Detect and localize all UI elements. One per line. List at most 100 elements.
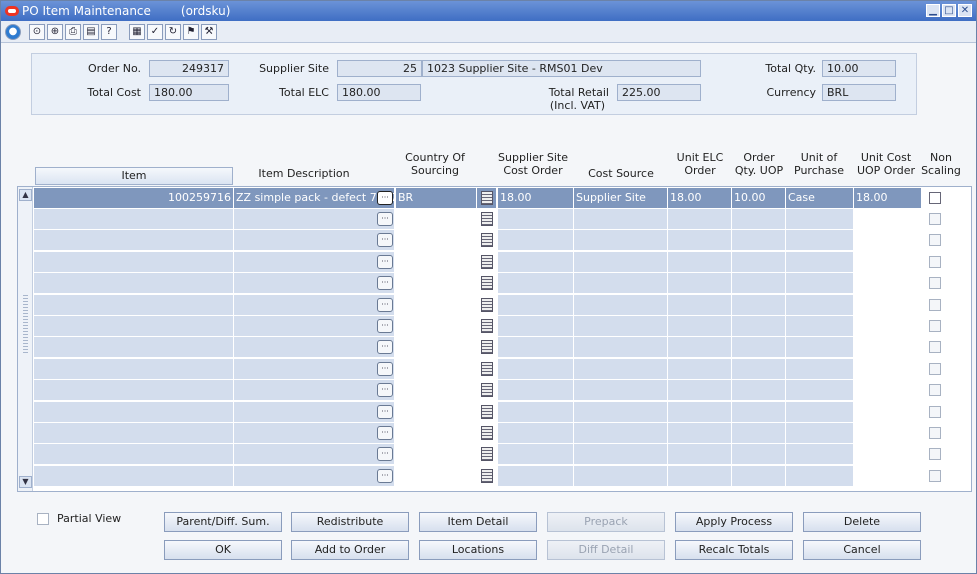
notes-cell[interactable] xyxy=(477,444,497,466)
item-cell[interactable] xyxy=(34,209,234,230)
notes-cell[interactable] xyxy=(477,188,497,209)
notes-cell[interactable] xyxy=(477,358,497,380)
non-scaling-checkbox[interactable] xyxy=(929,405,941,418)
non-scaling-checkbox[interactable] xyxy=(929,362,941,375)
comment-icon[interactable]: ··· xyxy=(377,404,393,419)
unit-of-purchase-cell[interactable] xyxy=(786,380,854,402)
table-row[interactable]: ··· xyxy=(34,358,971,380)
description-comment-cell[interactable]: ··· xyxy=(375,273,395,294)
country-of-sourcing-cell[interactable] xyxy=(396,380,477,402)
cost-source-cell[interactable] xyxy=(574,337,668,359)
notes-cell[interactable] xyxy=(477,316,497,337)
description-cell[interactable] xyxy=(234,380,395,402)
description-comment-cell[interactable]: ··· xyxy=(375,252,395,273)
notes-icon[interactable] xyxy=(481,254,493,269)
unit-elc-cell[interactable] xyxy=(668,209,732,230)
non-scaling-cell[interactable] xyxy=(922,380,971,401)
order-qty-cell[interactable] xyxy=(732,337,786,359)
unit-of-purchase-cell[interactable] xyxy=(786,337,854,359)
order-qty-cell[interactable] xyxy=(732,358,786,380)
description-cell[interactable] xyxy=(234,294,395,316)
unit-of-purchase-cell[interactable] xyxy=(786,401,854,423)
locations-button[interactable]: Locations xyxy=(419,540,537,560)
users-icon[interactable]: ⚑ xyxy=(183,23,199,40)
unit-cost-cell[interactable] xyxy=(854,465,922,487)
partial-view-checkbox[interactable] xyxy=(37,512,49,525)
supplier-site-cost-cell[interactable] xyxy=(498,251,574,273)
table-row[interactable]: ··· xyxy=(34,316,971,337)
cost-source-cell[interactable] xyxy=(574,230,668,252)
notes-icon[interactable] xyxy=(481,361,493,376)
table-row[interactable]: ··· xyxy=(34,230,971,252)
item-cell[interactable] xyxy=(34,316,234,337)
country-of-sourcing-cell[interactable] xyxy=(396,337,477,359)
maximize-icon[interactable]: □ xyxy=(942,4,956,17)
tools-icon[interactable]: ⚒ xyxy=(201,23,217,40)
description-comment-cell[interactable]: ··· xyxy=(375,423,395,444)
unit-elc-cell[interactable] xyxy=(668,423,732,444)
cost-source-cell[interactable] xyxy=(574,251,668,273)
country-of-sourcing-cell[interactable] xyxy=(396,423,477,444)
scroll-down-icon[interactable]: ▼ xyxy=(19,476,32,488)
unit-elc-cell[interactable] xyxy=(668,230,732,252)
unit-cost-cell[interactable] xyxy=(854,209,922,230)
description-cell[interactable] xyxy=(234,273,395,295)
description-cell[interactable] xyxy=(234,316,395,337)
unit-of-purchase-cell[interactable] xyxy=(786,294,854,316)
notes-icon[interactable] xyxy=(481,447,493,462)
non-scaling-checkbox[interactable] xyxy=(929,469,941,482)
column-header-item[interactable]: Item xyxy=(35,167,233,185)
comment-icon[interactable]: ··· xyxy=(377,468,393,483)
unit-of-purchase-cell[interactable] xyxy=(786,316,854,337)
notes-icon[interactable] xyxy=(481,468,493,483)
unit-cost-cell[interactable] xyxy=(854,230,922,252)
unit-cost-cell[interactable] xyxy=(854,316,922,337)
non-scaling-cell[interactable] xyxy=(922,209,971,230)
notes-icon[interactable] xyxy=(481,404,493,419)
unit-elc-cell[interactable] xyxy=(668,401,732,423)
comment-icon[interactable]: ··· xyxy=(377,233,393,248)
notes-icon[interactable] xyxy=(481,191,493,205)
description-comment-cell[interactable]: ··· xyxy=(375,230,395,251)
non-scaling-checkbox[interactable] xyxy=(929,255,941,268)
notes-cell[interactable] xyxy=(477,209,497,230)
non-scaling-cell[interactable] xyxy=(922,273,971,294)
question-icon[interactable]: ? xyxy=(101,23,117,40)
unit-cost-cell[interactable] xyxy=(854,444,922,466)
cost-source-cell[interactable] xyxy=(574,273,668,295)
non-scaling-cell[interactable] xyxy=(922,402,971,423)
cost-source-cell[interactable] xyxy=(574,465,668,487)
close-icon[interactable]: ✕ xyxy=(958,4,972,17)
notes-icon[interactable] xyxy=(481,297,493,312)
notes-icon[interactable] xyxy=(481,212,493,226)
description-comment-cell[interactable]: ··· xyxy=(375,444,395,465)
country-of-sourcing-cell[interactable] xyxy=(396,444,477,466)
unit-elc-cell[interactable] xyxy=(668,380,732,402)
order-no-field[interactable]: 249317 xyxy=(149,60,229,77)
recalc-totals-button[interactable]: Recalc Totals xyxy=(675,540,793,560)
non-scaling-checkbox[interactable] xyxy=(929,320,941,332)
description-comment-cell[interactable]: ··· xyxy=(375,209,395,230)
order-qty-cell[interactable] xyxy=(732,401,786,423)
unit-cost-cell[interactable] xyxy=(854,294,922,316)
unit-cost-cell[interactable] xyxy=(854,337,922,359)
item-cell[interactable] xyxy=(34,358,234,380)
comment-icon[interactable]: ··· xyxy=(377,319,393,333)
unit-elc-cell[interactable] xyxy=(668,358,732,380)
notes-icon[interactable] xyxy=(481,340,493,355)
notes-cell[interactable] xyxy=(477,465,497,487)
unit-of-purchase-cell[interactable] xyxy=(786,209,854,230)
country-of-sourcing-cell[interactable] xyxy=(396,401,477,423)
partial-view-option[interactable]: Partial View xyxy=(37,512,121,525)
unit-of-purchase-cell[interactable] xyxy=(786,230,854,252)
unit-of-purchase-cell[interactable] xyxy=(786,465,854,487)
order-qty-cell[interactable] xyxy=(732,465,786,487)
unit-cost-cell[interactable] xyxy=(854,358,922,380)
country-of-sourcing-cell[interactable] xyxy=(396,209,477,230)
non-scaling-cell[interactable] xyxy=(922,359,971,380)
country-of-sourcing-cell[interactable] xyxy=(396,358,477,380)
comment-icon[interactable]: ··· xyxy=(377,254,393,269)
supplier-site-cost-cell[interactable] xyxy=(498,316,574,337)
unit-elc-cell[interactable] xyxy=(668,251,732,273)
country-of-sourcing-cell[interactable] xyxy=(396,251,477,273)
